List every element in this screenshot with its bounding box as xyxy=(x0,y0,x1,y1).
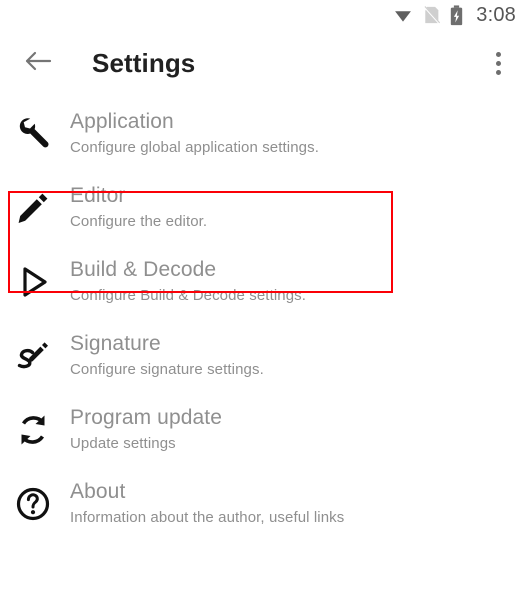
signature-pen-icon xyxy=(10,328,56,384)
overflow-menu-icon xyxy=(495,51,501,75)
settings-item-program-update[interactable]: Program update Update settings xyxy=(0,400,530,474)
pencil-icon xyxy=(10,180,56,236)
settings-item-build-decode[interactable]: Build & Decode Configure Build & Decode … xyxy=(0,252,530,326)
wifi-icon xyxy=(393,5,413,25)
settings-item-editor[interactable]: Editor Configure the editor. xyxy=(0,178,530,252)
status-bar-time: 3:08 xyxy=(476,3,516,26)
back-button[interactable] xyxy=(10,35,66,91)
settings-item-text: About Information about the author, usef… xyxy=(70,474,344,529)
back-arrow-icon xyxy=(24,49,52,78)
settings-list: Application Configure global application… xyxy=(0,96,530,548)
settings-item-text: Build & Decode Configure Build & Decode … xyxy=(70,252,306,307)
settings-item-subtitle: Configure Build & Decode settings. xyxy=(70,287,307,304)
wrench-icon xyxy=(10,106,56,162)
no-sim-card-icon xyxy=(422,5,441,25)
settings-item-title: About xyxy=(70,480,126,503)
battery-charging-icon xyxy=(449,4,464,26)
settings-item-title: Signature xyxy=(70,332,161,355)
settings-item-text: Editor Configure the editor. xyxy=(70,178,207,233)
app-bar: Settings xyxy=(0,30,530,96)
settings-item-title: Program update xyxy=(70,406,222,429)
settings-item-title: Application xyxy=(70,110,174,133)
question-circle-icon xyxy=(10,476,56,532)
settings-item-subtitle: Configure signature settings. xyxy=(70,361,264,378)
play-triangle-icon xyxy=(10,254,56,310)
settings-item-text: Signature Configure signature settings. xyxy=(70,326,264,381)
settings-item-subtitle: Configure the editor. xyxy=(70,213,208,230)
settings-item-signature[interactable]: Signature Configure signature settings. xyxy=(0,326,530,400)
settings-item-application[interactable]: Application Configure global application… xyxy=(0,104,530,178)
overflow-menu-button[interactable] xyxy=(474,39,522,87)
refresh-sync-icon xyxy=(10,402,56,458)
settings-item-title: Editor xyxy=(70,184,126,207)
settings-item-subtitle: Information about the author, useful lin… xyxy=(70,509,345,526)
settings-item-about[interactable]: About Information about the author, usef… xyxy=(0,474,530,548)
page-title: Settings xyxy=(92,47,196,78)
settings-item-title: Build & Decode xyxy=(70,258,217,281)
settings-item-text: Program update Update settings xyxy=(70,400,222,455)
settings-item-subtitle: Update settings xyxy=(70,435,176,452)
status-bar: 3:08 xyxy=(0,0,530,30)
settings-item-text: Application Configure global application… xyxy=(70,104,319,159)
settings-item-subtitle: Configure global application settings. xyxy=(70,139,319,156)
